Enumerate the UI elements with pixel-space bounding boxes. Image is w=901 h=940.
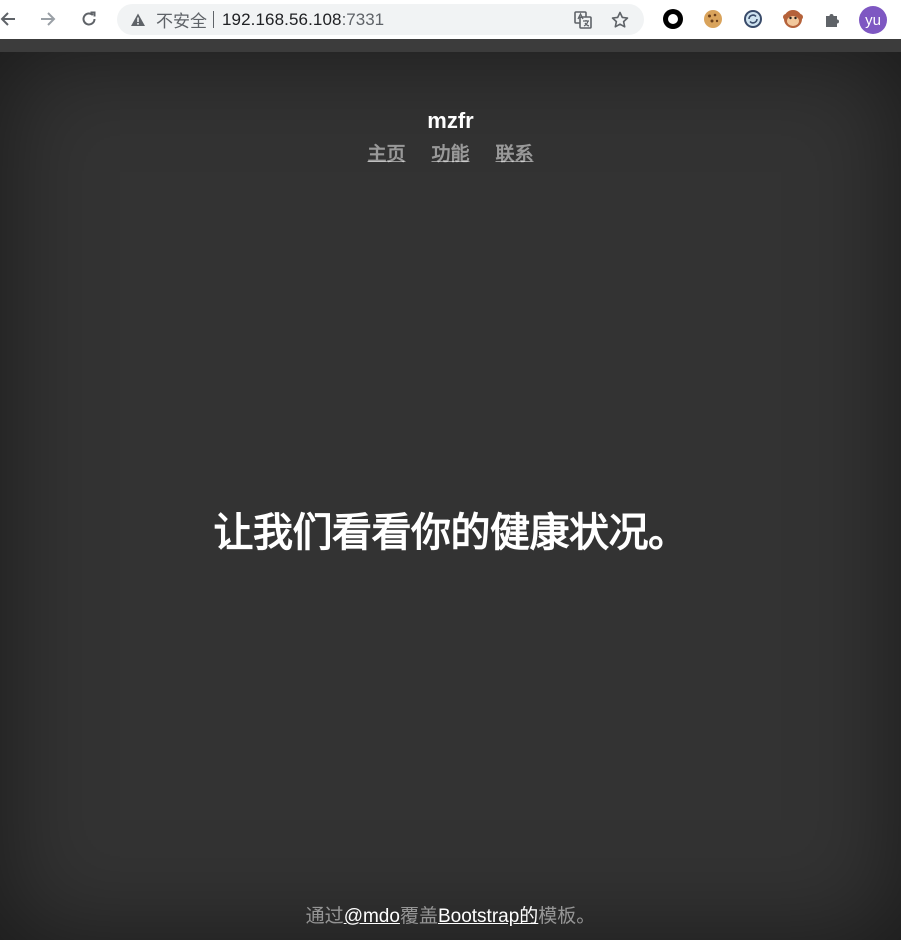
profile-avatar[interactable]: yu — [859, 6, 887, 34]
warning-icon[interactable] — [130, 12, 146, 28]
nav-link-contact[interactable]: 联系 — [496, 139, 534, 166]
sync-extension-icon[interactable] — [742, 8, 764, 30]
back-button[interactable] — [0, 5, 22, 33]
page-footer: 通过@mdo覆盖Bootstrap的模板。 — [0, 901, 901, 928]
nav-link-home[interactable]: 主页 — [367, 139, 405, 166]
puzzle-extensions-icon[interactable] — [822, 8, 844, 30]
browser-toolbar: 不安全 192.168.56.108:7331 yu — [0, 0, 901, 39]
bookmark-strip — [0, 39, 901, 52]
footer-bootstrap-link[interactable]: Bootstrap — [438, 906, 519, 927]
address-separator — [213, 11, 214, 28]
footer-end: 模板。 — [538, 906, 596, 927]
security-label[interactable]: 不安全 — [156, 7, 207, 32]
address-bar[interactable]: 不安全 192.168.56.108:7331 — [117, 4, 644, 35]
reload-button[interactable] — [75, 5, 103, 33]
site-nav: 主页 功能 联系 — [0, 139, 901, 166]
hero-headline: 让我们看看你的健康状况。 — [213, 511, 689, 555]
reload-icon — [82, 11, 96, 26]
forward-arrow-icon — [41, 12, 56, 26]
monkey-extension-icon[interactable] — [782, 8, 804, 30]
back-arrow-icon — [0, 12, 15, 26]
forward-button[interactable] — [34, 5, 62, 33]
footer-possessive-link[interactable]: 的 — [519, 906, 538, 927]
bookmark-star-icon[interactable] — [610, 10, 630, 30]
url-host[interactable]: 192.168.56.108 — [222, 10, 342, 30]
footer-middle: 覆盖 — [399, 906, 438, 927]
nav-link-features[interactable]: 功能 — [431, 139, 469, 166]
translate-icon[interactable] — [573, 10, 593, 30]
page-viewport: mzfr 主页 功能 联系 让我们看看你的健康状况。 通过@mdo覆盖Boots… — [0, 52, 901, 940]
cookie-extension-icon[interactable] — [702, 8, 724, 30]
footer-prefix: 通过 — [305, 906, 344, 927]
site-brand: mzfr — [427, 108, 474, 133]
circle-extension-icon[interactable] — [662, 8, 684, 30]
url-port[interactable]: :7331 — [342, 10, 385, 30]
footer-author-link[interactable]: @mdo — [344, 906, 400, 927]
